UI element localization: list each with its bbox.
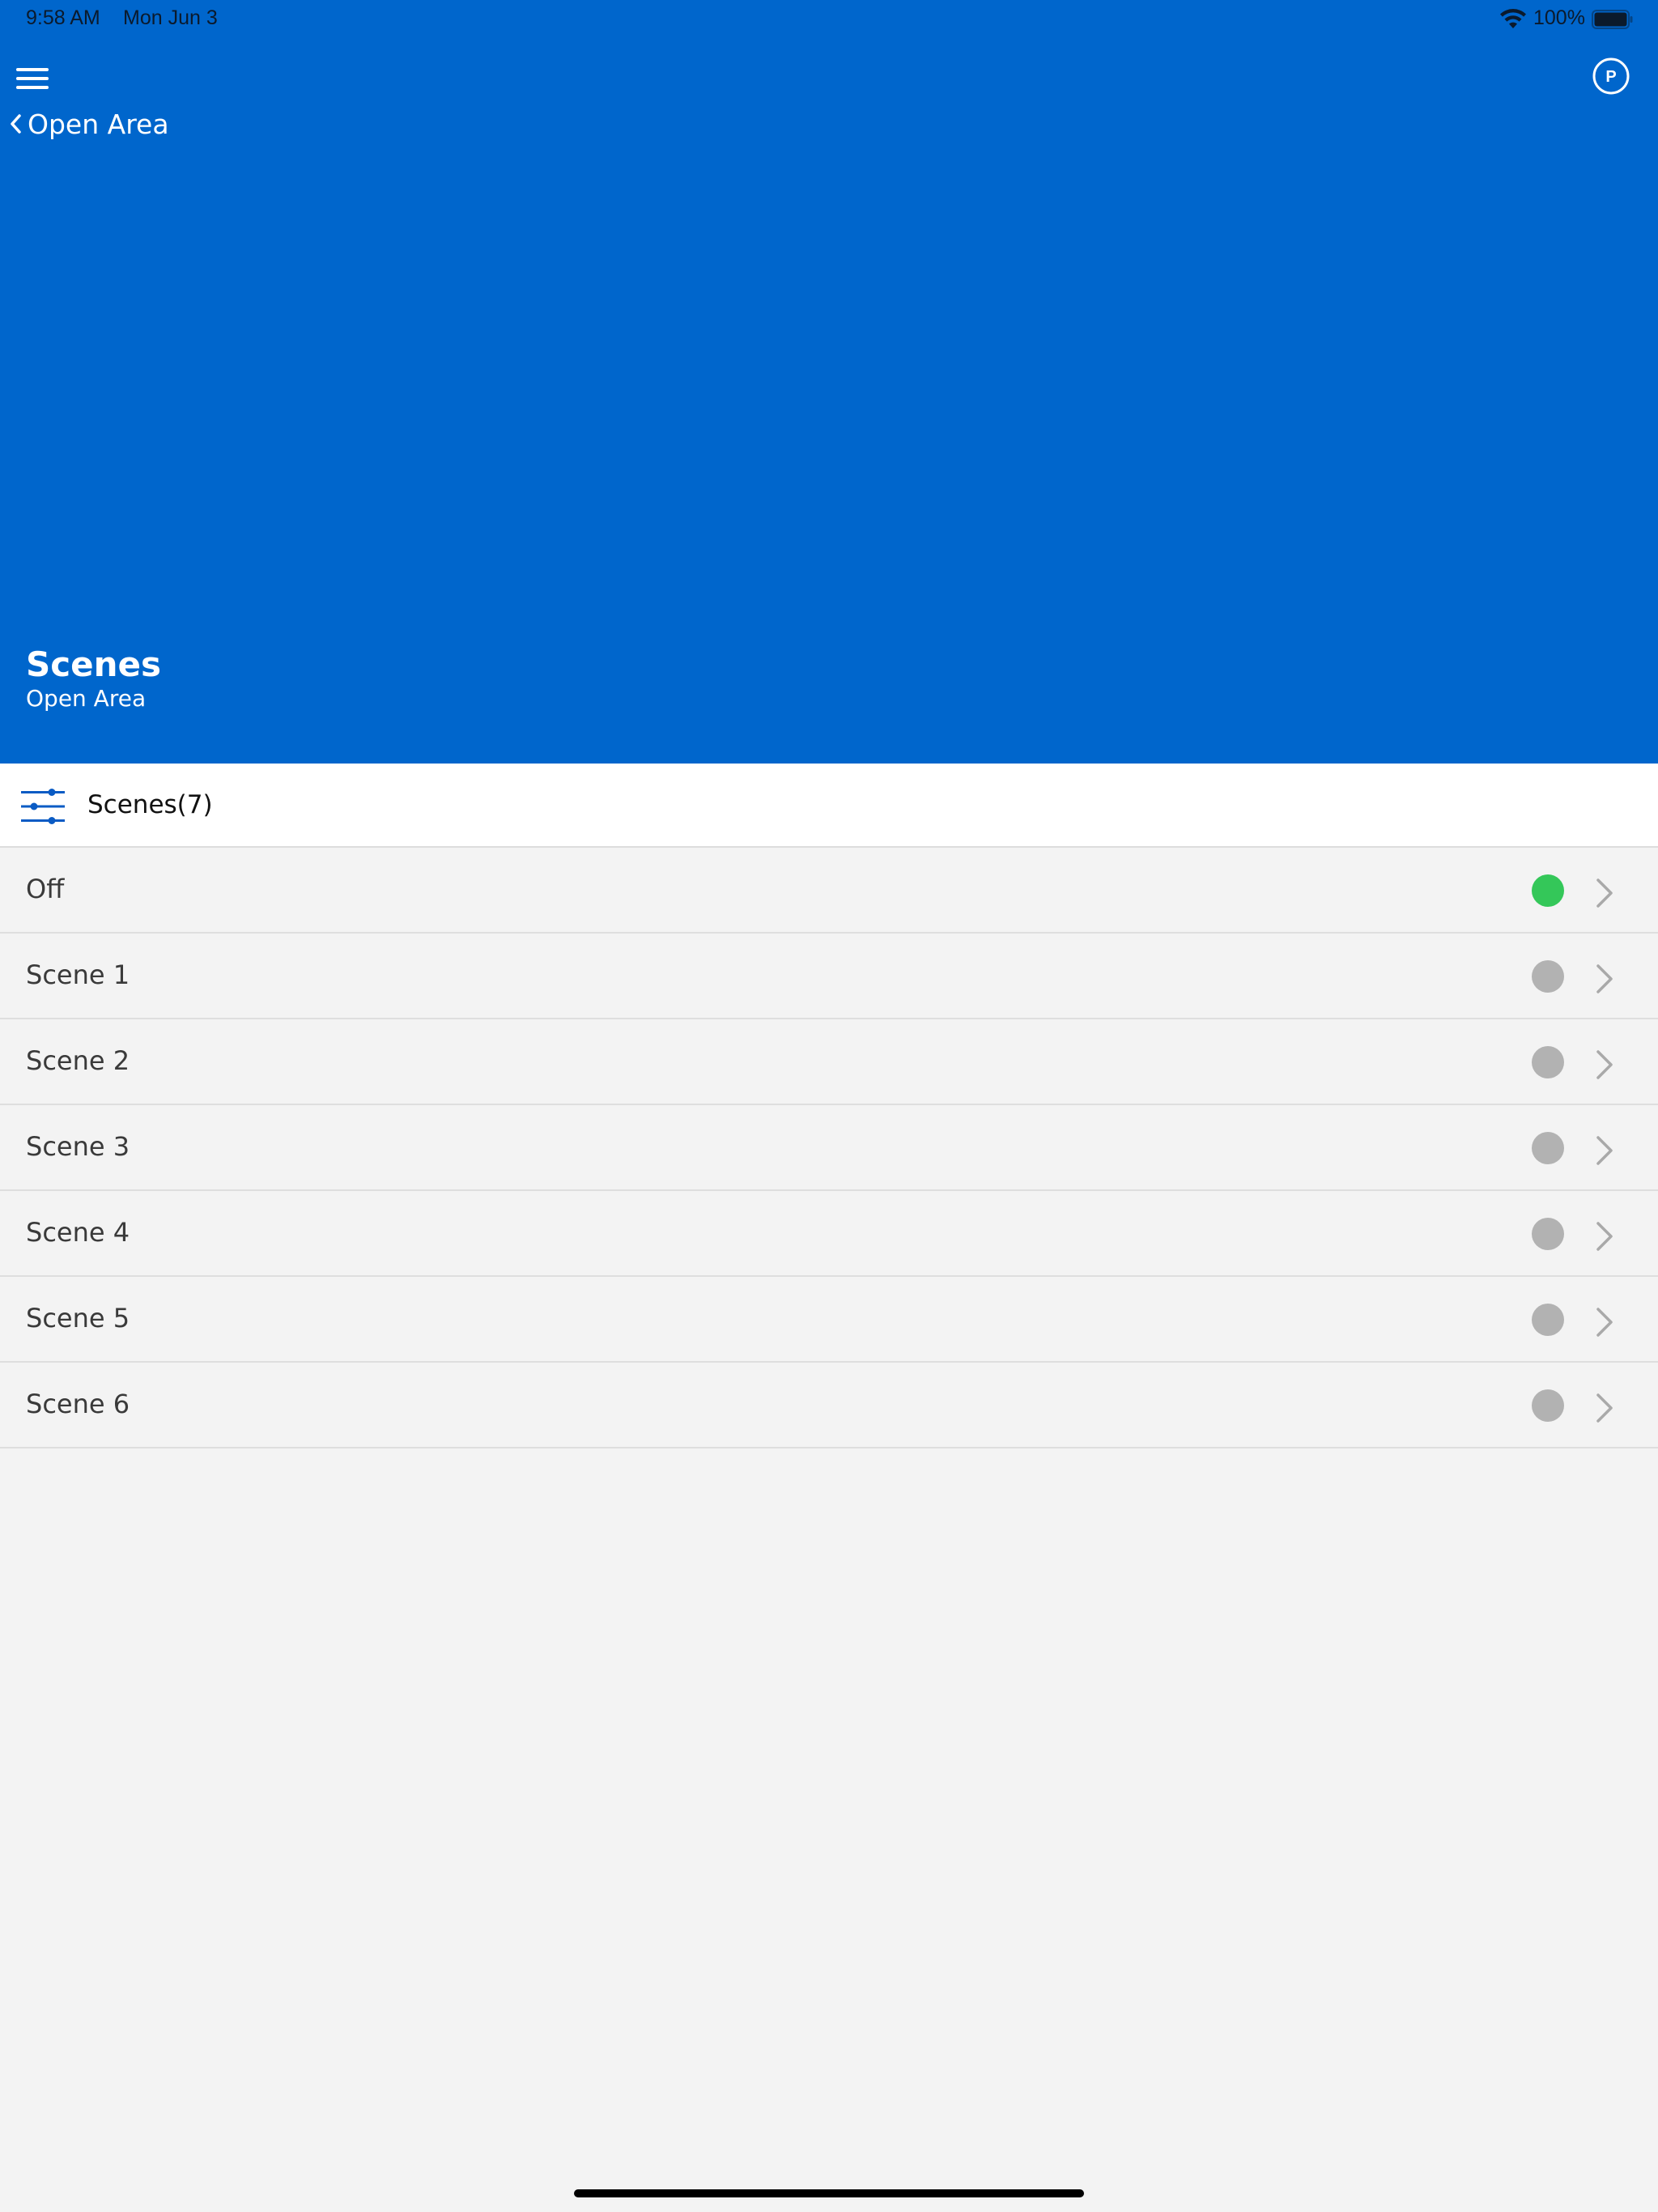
hamburger-menu-icon[interactable] [13,62,52,96]
battery-icon [1592,10,1633,29]
chevron-left-icon [11,114,21,134]
status-bar: 9:58 AM Mon Jun 3 100% [0,0,1658,39]
status-dot [1532,960,1564,993]
status-dot [1532,874,1564,907]
scene-label: Scene 2 [26,1045,130,1076]
scene-row-off[interactable]: Off [0,848,1658,934]
back-label: Open Area [28,108,169,140]
back-button[interactable]: Open Area [8,105,169,143]
status-date: Mon Jun 3 [123,6,218,29]
profile-p-icon[interactable]: P [1592,57,1630,96]
scene-label: Scene 4 [26,1217,130,1248]
chevron-right-icon [1596,1136,1613,1165]
scene-label: Off [26,874,65,904]
status-dot [1532,1046,1564,1078]
status-dot [1532,1132,1564,1164]
status-dot [1532,1389,1564,1422]
chevron-right-icon [1596,878,1613,908]
chevron-right-icon [1596,1308,1613,1337]
chevron-right-icon [1596,964,1613,993]
sliders-filter-icon[interactable] [19,788,66,825]
page-subtitle: Open Area [26,685,147,712]
chevron-right-icon [1596,1393,1613,1423]
chevron-right-icon [1596,1222,1613,1251]
scene-row-3[interactable]: Scene 3 [0,1105,1658,1191]
scene-label: Scene 5 [26,1303,130,1334]
chevron-right-icon [1596,1050,1613,1079]
scene-row-5[interactable]: Scene 5 [0,1277,1658,1363]
scene-row-2[interactable]: Scene 2 [0,1019,1658,1105]
scene-label: Scene 3 [26,1131,130,1162]
status-dot [1532,1304,1564,1336]
wifi-icon [1500,9,1526,28]
scenes-section-header: Scenes(7) [0,764,1658,848]
battery-percentage: 100% [1533,6,1585,29]
status-time: 9:58 AM [26,6,100,29]
scene-row-4[interactable]: Scene 4 [0,1191,1658,1277]
status-dot [1532,1218,1564,1250]
scene-label: Scene 6 [26,1389,130,1419]
home-indicator[interactable] [574,2189,1084,2197]
profile-letter: P [1605,68,1616,86]
header: 9:58 AM Mon Jun 3 100% P Open Area Scene… [0,0,1658,764]
scene-row-1[interactable]: Scene 1 [0,934,1658,1019]
section-title: Scenes(7) [87,790,213,819]
scene-row-6[interactable]: Scene 6 [0,1363,1658,1448]
scene-list: Off Scene 1 Scene 2 Scene 3 Scene 4 Scen… [0,848,1658,1448]
page-title: Scenes [26,644,162,684]
scene-label: Scene 1 [26,959,130,990]
